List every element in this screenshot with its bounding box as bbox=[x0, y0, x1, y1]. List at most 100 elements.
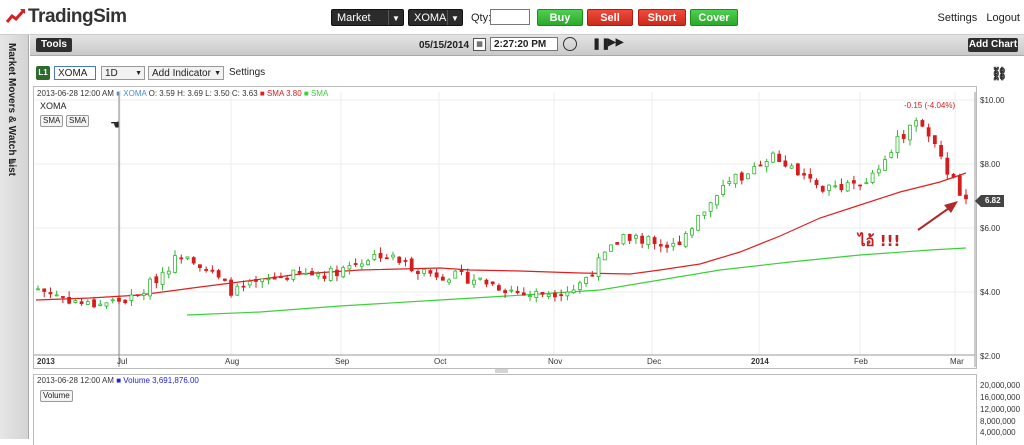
candle-body bbox=[478, 277, 483, 280]
candle-body bbox=[914, 120, 919, 127]
candle-body bbox=[496, 285, 501, 291]
candle-body bbox=[254, 279, 258, 282]
candle-body bbox=[160, 271, 165, 285]
candle-body bbox=[79, 301, 84, 305]
candle-body bbox=[472, 279, 476, 285]
annotation-text: ไอ้ !!! bbox=[858, 232, 901, 250]
candle-body bbox=[260, 278, 265, 283]
x-tick: Sep bbox=[335, 357, 350, 366]
candle-body bbox=[939, 145, 943, 157]
candle-body bbox=[795, 163, 800, 176]
candle-body bbox=[876, 168, 881, 174]
candle-body bbox=[920, 120, 925, 127]
candle-body bbox=[677, 241, 682, 245]
y-tick: $8.00 bbox=[980, 160, 1001, 169]
candle-body bbox=[191, 257, 196, 264]
candle-body bbox=[278, 276, 283, 279]
x-tick: Jul bbox=[117, 357, 128, 366]
candle-body bbox=[391, 254, 395, 258]
candle-body bbox=[322, 275, 327, 279]
candle-body bbox=[117, 297, 121, 302]
y-tick: $6.00 bbox=[980, 224, 1001, 233]
candle-body bbox=[397, 256, 402, 263]
candle-body bbox=[634, 234, 638, 239]
candle-body bbox=[235, 285, 240, 296]
candle-body bbox=[266, 278, 271, 281]
candle-body bbox=[434, 272, 439, 278]
candle-body bbox=[303, 272, 308, 275]
candle-body bbox=[752, 166, 757, 175]
x-tick: 2013 bbox=[37, 357, 55, 366]
candle-body bbox=[135, 294, 140, 297]
candle-body bbox=[640, 235, 645, 244]
sma-red-line bbox=[35, 172, 967, 301]
candle-body bbox=[864, 182, 869, 185]
candle-body bbox=[416, 271, 420, 274]
candle-body bbox=[372, 254, 377, 260]
candle-body bbox=[422, 269, 427, 274]
y-tick: $10.00 bbox=[980, 96, 1005, 105]
candle-body bbox=[123, 299, 128, 304]
candle-body bbox=[827, 184, 831, 191]
candle-body bbox=[36, 288, 40, 291]
candle-body bbox=[945, 157, 950, 175]
candle-body bbox=[366, 260, 370, 266]
candle-body bbox=[665, 244, 669, 248]
candle-body bbox=[141, 293, 146, 296]
candle-body bbox=[216, 270, 221, 278]
candle-body bbox=[509, 289, 514, 292]
candle-body bbox=[546, 293, 551, 297]
candle-body bbox=[908, 124, 912, 141]
candle-body bbox=[92, 299, 96, 308]
candle-body bbox=[148, 278, 153, 297]
candle-body bbox=[820, 185, 825, 192]
candle-body bbox=[671, 242, 676, 247]
volume-tag[interactable]: Volume bbox=[40, 390, 73, 402]
candle-body bbox=[883, 159, 887, 171]
candle-body bbox=[733, 173, 738, 185]
candle-body bbox=[652, 237, 657, 245]
candle-body bbox=[154, 276, 159, 284]
candle-body bbox=[440, 276, 445, 281]
volume-legend: 2013-06-28 12:00 AM ■ Volume 3,691,876.0… bbox=[37, 376, 199, 385]
candle-body bbox=[771, 152, 775, 163]
candle-body bbox=[185, 256, 190, 259]
candle-body bbox=[702, 211, 707, 216]
candle-body bbox=[901, 134, 906, 139]
x-tick: Nov bbox=[548, 357, 563, 366]
candle-body bbox=[335, 269, 339, 277]
candle-body bbox=[833, 185, 838, 188]
candle-body bbox=[521, 292, 526, 296]
y-tick: $4.00 bbox=[980, 288, 1001, 297]
candle-body bbox=[378, 253, 383, 259]
candle-body bbox=[310, 271, 314, 276]
y-tick: 4,000,000 bbox=[980, 428, 1016, 437]
candle-body bbox=[428, 270, 433, 274]
candle-body bbox=[359, 263, 364, 267]
candle-body bbox=[553, 292, 557, 298]
x-tick: Oct bbox=[434, 357, 447, 366]
candle-body bbox=[683, 233, 688, 247]
candle-body bbox=[577, 282, 582, 290]
candles bbox=[36, 117, 968, 309]
y-tick: $2.00 bbox=[980, 352, 1001, 361]
candle-body bbox=[889, 152, 894, 158]
candle-body bbox=[48, 292, 53, 295]
sma-green-line bbox=[186, 247, 967, 316]
candle-body bbox=[839, 184, 844, 191]
candle-body bbox=[198, 264, 202, 268]
candle-body bbox=[615, 242, 620, 245]
candle-body bbox=[746, 173, 750, 180]
candle-body bbox=[98, 303, 103, 306]
candle-body bbox=[808, 174, 813, 179]
y-tick: 12,000,000 bbox=[980, 405, 1021, 414]
candle-body bbox=[721, 185, 726, 195]
y-tick: 8,000,000 bbox=[980, 417, 1016, 426]
candle-body bbox=[241, 285, 246, 288]
candle-body bbox=[845, 182, 850, 192]
candle-body bbox=[42, 288, 47, 292]
candle-body bbox=[61, 296, 65, 298]
volume-legend-date: 2013-06-28 12:00 AM bbox=[37, 376, 114, 385]
candle-body bbox=[571, 289, 576, 294]
candle-body bbox=[658, 244, 663, 247]
